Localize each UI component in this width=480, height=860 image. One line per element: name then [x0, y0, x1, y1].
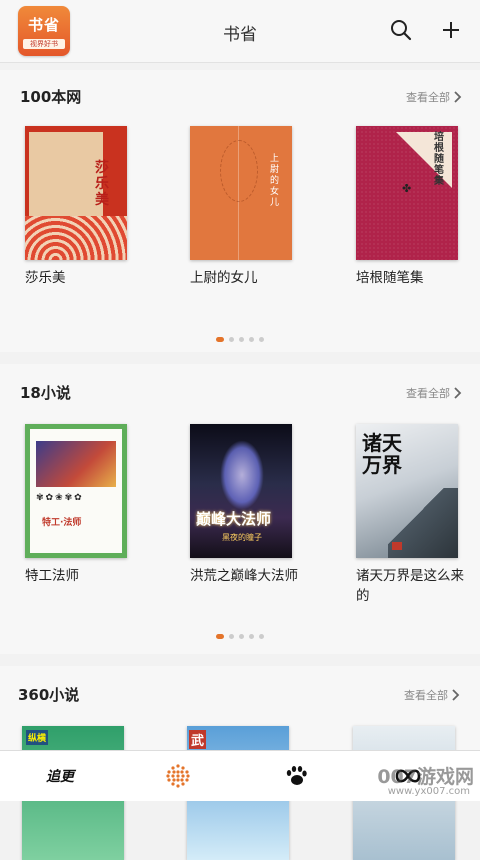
book-card[interactable]: ✾✿❀✾✿ 特工·法师 特工法师 [25, 424, 127, 586]
view-all-label: 查看全部 [404, 689, 448, 702]
carousel-indicator [0, 634, 480, 639]
view-all-link[interactable]: 查看全部 [404, 687, 460, 703]
section-100benwang: 100本网 查看全部 莎乐美 莎乐美 上尉的女儿 上尉的女儿 培根随笔集 ✤ 培… [0, 70, 480, 352]
cover-title: 培根随笔集 [434, 132, 444, 187]
dots-grid-icon [166, 764, 190, 788]
book-card[interactable]: 莎乐美 莎乐美 [25, 126, 127, 288]
cover-title: 武 [189, 730, 207, 749]
cover-title: 纵横 [26, 730, 49, 745]
page-dot[interactable] [216, 337, 224, 342]
book-card[interactable]: 上尉的女儿 上尉的女儿 [190, 126, 292, 288]
book-cover: ✾✿❀✾✿ 特工·法师 [25, 424, 127, 558]
plus-icon [443, 22, 459, 38]
page-dot[interactable] [259, 337, 264, 342]
book-title: 培根随笔集 [356, 270, 424, 286]
book-cover: 莎乐美 [25, 126, 127, 260]
view-all-label: 查看全部 [406, 387, 450, 400]
watermark-text: 007游戏网 [377, 766, 474, 788]
page-dot[interactable] [239, 337, 244, 342]
watermark-url: www.yx007.com [387, 786, 470, 797]
chevron-right-icon [452, 689, 460, 701]
book-title: 莎乐美 [25, 270, 66, 286]
book-card[interactable]: 诸天万界 诸天万界是这么来的 [356, 424, 464, 606]
cover-author: 黑夜的瞳子 [222, 533, 262, 542]
section-18xiaoshuo: 18小说 查看全部 ✾✿❀✾✿ 特工·法师 特工法师 巅峰大法师 黑夜的瞳子 洪… [0, 364, 480, 654]
page-dot[interactable] [259, 634, 264, 639]
page-dot[interactable] [216, 634, 224, 639]
cover-title: 诸天万界 [362, 431, 402, 477]
cover-title: 特工·法师 [42, 518, 82, 528]
page-dot[interactable] [229, 634, 234, 639]
book-title: 特工法师 [25, 568, 79, 584]
cover-title: 上尉的女儿 [270, 154, 280, 208]
chevron-right-icon [454, 91, 462, 103]
carousel-indicator [0, 337, 480, 342]
book-title: 诸天万界是这么来的 [356, 568, 464, 604]
view-all-link[interactable]: 查看全部 [406, 385, 462, 401]
nav-item-zhuigeng[interactable]: 追更 [30, 751, 90, 801]
page-dot[interactable] [229, 337, 234, 342]
section-title: 18小说 [20, 384, 71, 402]
book-title: 上尉的女儿 [190, 270, 258, 286]
book-card[interactable]: 巅峰大法师 黑夜的瞳子 洪荒之巅峰大法师 [190, 424, 298, 586]
top-app-bar: 书省 视界好书 书省 [0, 0, 480, 63]
page-dot[interactable] [249, 634, 254, 639]
section-title: 100本网 [20, 88, 82, 106]
book-cover: 培根随笔集 ✤ [356, 126, 458, 260]
section-360xiaoshuo: 360小说 查看全部 纵横 武 [0, 666, 480, 860]
book-cover: 上尉的女儿 [190, 126, 292, 260]
page-dot[interactable] [249, 337, 254, 342]
book-cover: 巅峰大法师 黑夜的瞳子 [190, 424, 292, 558]
book-card[interactable]: 培根随笔集 ✤ 培根随笔集 [356, 126, 458, 288]
cover-title: 巅峰大法师 [196, 510, 272, 528]
view-all-label: 查看全部 [406, 91, 450, 104]
nav-item-community[interactable] [266, 751, 326, 801]
search-button[interactable] [387, 16, 415, 44]
section-title: 360小说 [18, 686, 80, 704]
view-all-link[interactable]: 查看全部 [406, 89, 462, 105]
search-icon [391, 20, 412, 41]
add-button[interactable] [437, 16, 465, 44]
calligraphy-icon: 追更 [46, 769, 74, 785]
nav-item-discover[interactable] [148, 751, 208, 801]
paw-icon [286, 766, 307, 785]
chevron-right-icon [454, 387, 462, 399]
cover-title: 莎乐美 [95, 160, 109, 208]
book-cover: 诸天万界 [356, 424, 458, 558]
book-title: 洪荒之巅峰大法师 [190, 568, 298, 584]
page-dot[interactable] [239, 634, 244, 639]
